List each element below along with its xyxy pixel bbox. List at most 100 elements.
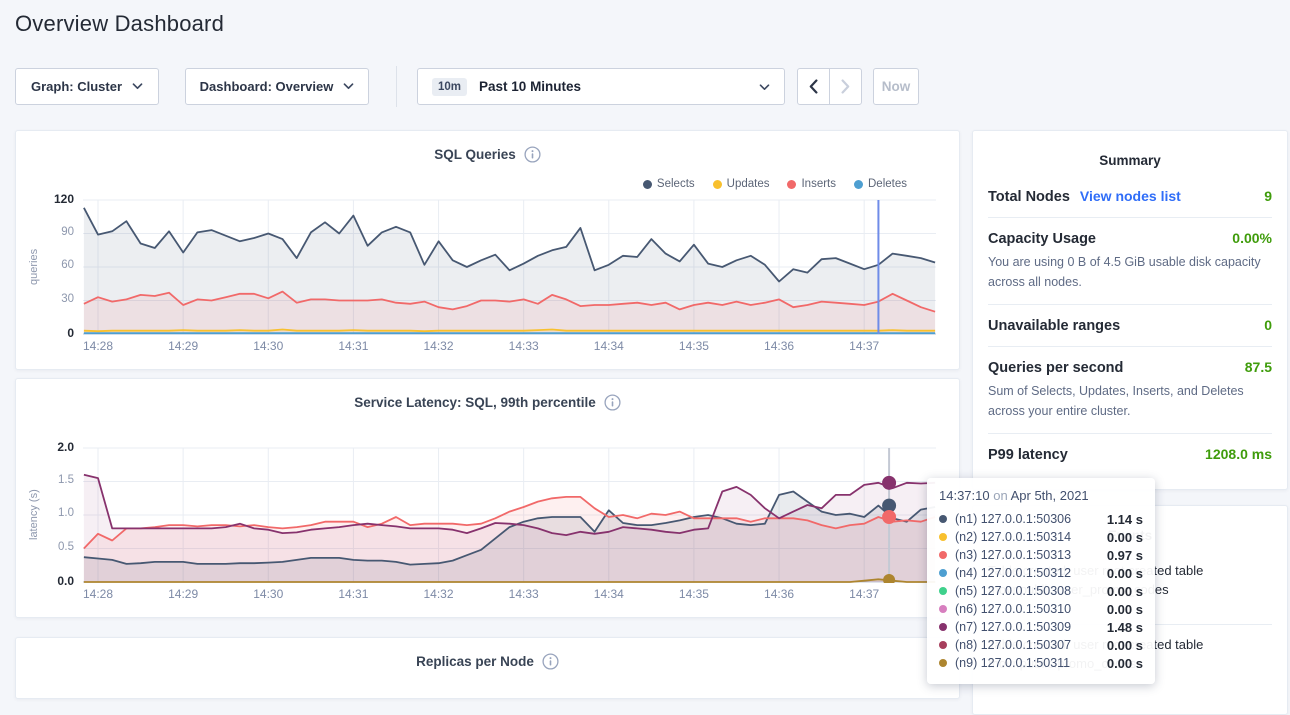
node-color-dot	[939, 623, 947, 631]
tooltip-timestamp: 14:37:10 on Apr 5th, 2021	[939, 488, 1143, 503]
legend-dot	[713, 180, 722, 189]
tooltip-date: Apr 5th, 2021	[1011, 488, 1089, 503]
node-address: (n9) 127.0.0.1:50311	[955, 656, 1070, 670]
y-tick: 1.5	[16, 474, 74, 486]
now-button[interactable]: Now	[873, 68, 919, 105]
service-latency-panel: Service Latency: SQL, 99th percentile la…	[15, 378, 960, 618]
metric-label: Total Nodes	[988, 189, 1070, 205]
service-latency-chart[interactable]	[83, 447, 936, 583]
tooltip-row: (n7) 127.0.0.1:50309 1.48 s	[939, 618, 1143, 636]
legend-dot	[643, 180, 652, 189]
legend-label: Inserts	[801, 178, 836, 190]
y-tick: 60	[16, 259, 74, 271]
legend-item-updates[interactable]: Updates	[713, 178, 770, 190]
node-color-dot	[939, 533, 947, 541]
info-icon[interactable]	[604, 394, 621, 411]
node-latency-value: 0.00 s	[1107, 566, 1143, 581]
x-tick: 14:34	[594, 339, 624, 353]
graph-dropdown[interactable]: Graph: Cluster	[15, 68, 159, 105]
tooltip-time: 14:37:10	[939, 488, 990, 503]
chart-title: SQL Queries	[434, 147, 516, 162]
time-range-badge: 10m	[432, 78, 467, 96]
time-range-dropdown[interactable]: 10m Past 10 Minutes	[417, 68, 785, 105]
summary-metric: Unavailable ranges0	[988, 304, 1272, 346]
node-address: (n4) 127.0.0.1:50312	[955, 566, 1071, 580]
time-range-label: Past 10 Minutes	[479, 79, 581, 94]
page-title: Overview Dashboard	[15, 11, 224, 37]
node-latency-value: 0.00 s	[1107, 530, 1143, 545]
summary-header: Summary	[973, 131, 1287, 176]
node-address: (n7) 127.0.0.1:50309	[955, 620, 1071, 634]
dashboard-dropdown[interactable]: Dashboard: Overview	[185, 68, 369, 105]
node-color-dot	[939, 551, 947, 559]
node-address: (n1) 127.0.0.1:50306	[955, 512, 1071, 526]
metric-value: 9	[1264, 188, 1272, 204]
metric-value: 0	[1264, 317, 1272, 333]
y-tick: 1.0	[16, 507, 74, 519]
metric-description: Sum of Selects, Updates, Inserts, and De…	[988, 381, 1272, 421]
info-icon[interactable]	[524, 146, 541, 163]
metric-description: You are using 0 B of 4.5 GiB usable disk…	[988, 252, 1272, 292]
x-tick: 14:33	[509, 339, 539, 353]
replicas-per-node-panel: Replicas per Node	[15, 637, 960, 699]
x-tick: 14:30	[253, 587, 283, 601]
node-latency-value: 1.48 s	[1107, 620, 1143, 635]
legend-item-selects[interactable]: Selects	[643, 178, 695, 190]
sql-queries-panel: SQL Queries Selects Updates Inserts Deletes…	[15, 130, 960, 370]
x-tick: 14:30	[253, 339, 283, 353]
node-latency-value: 0.00 s	[1107, 602, 1143, 617]
metric-value: 0.00%	[1232, 230, 1272, 246]
legend-item-inserts[interactable]: Inserts	[787, 178, 836, 190]
divider	[396, 66, 397, 107]
x-tick: 14:28	[83, 587, 113, 601]
x-tick: 14:34	[594, 587, 624, 601]
legend-dot	[787, 180, 796, 189]
info-icon[interactable]	[542, 653, 559, 670]
x-tick: 14:35	[679, 339, 709, 353]
metric-label: P99 latency	[988, 447, 1068, 463]
tooltip-row: (n2) 127.0.0.1:503140.00 s	[939, 528, 1143, 546]
view-nodes-list-link[interactable]: View nodes list	[1080, 188, 1181, 204]
tooltip-on: on	[993, 488, 1007, 503]
node-latency-value: 0.00 s	[1107, 656, 1143, 671]
summary-metric: Capacity Usage 0.00% You are using 0 B of …	[988, 217, 1272, 304]
node-address: (n8) 127.0.0.1:50307	[955, 638, 1071, 652]
x-tick: 14:32	[424, 587, 454, 601]
x-tick: 14:37	[849, 339, 879, 353]
chevron-left-icon	[809, 79, 818, 94]
tooltip-row: (n1) 127.0.0.1:50306 1.14 s	[939, 510, 1143, 528]
node-color-dot	[939, 569, 947, 577]
x-axis-ticks: 14:2814:2914:3014:3114:3214:3314:3414:35…	[83, 339, 936, 355]
y-tick: 0.0	[16, 574, 74, 588]
summary-panel: Summary Total Nodes View nodes list 9 Capac…	[972, 130, 1288, 490]
x-tick: 14:36	[764, 339, 794, 353]
chart-title: Replicas per Node	[416, 654, 534, 669]
chevron-down-icon	[343, 83, 354, 90]
prev-time-button[interactable]	[798, 69, 829, 104]
metric-label: Capacity Usage	[988, 231, 1096, 247]
x-tick: 14:29	[168, 339, 198, 353]
node-address: (n6) 127.0.0.1:50310	[955, 602, 1071, 616]
node-address: (n3) 127.0.0.1:50313	[955, 548, 1071, 562]
chevron-down-icon	[132, 83, 143, 90]
chart-title: Service Latency: SQL, 99th percentile	[354, 395, 596, 410]
legend-item-deletes[interactable]: Deletes	[854, 178, 907, 190]
metric-value: 87.5	[1245, 359, 1272, 375]
chevron-down-icon	[759, 79, 770, 94]
x-tick: 14:31	[338, 587, 368, 601]
next-time-button[interactable]	[829, 69, 861, 104]
summary-metric: Queries per second87.5Sum of Selects, Up…	[988, 346, 1272, 433]
summary-metric: P99 latency1208.0 ms	[988, 433, 1272, 475]
x-axis-ticks: 14:2814:2914:3014:3114:3214:3314:3414:35…	[83, 587, 936, 603]
x-tick: 14:31	[338, 339, 368, 353]
y-tick: 90	[16, 226, 74, 238]
sql-queries-chart[interactable]	[83, 199, 936, 335]
tooltip-row: (n3) 127.0.0.1:503130.97 s	[939, 546, 1143, 564]
node-latency-value: 1.14 s	[1107, 512, 1143, 527]
tooltip-row: (n5) 127.0.0.1:503080.00 s	[939, 582, 1143, 600]
node-latency-value: 0.00 s	[1107, 638, 1143, 653]
summary-metric: Total Nodes View nodes list 9	[988, 176, 1272, 217]
tooltip-row: (n8) 127.0.0.1:50307 0.00 s	[939, 636, 1143, 654]
graph-dropdown-label: Graph: Cluster	[31, 79, 122, 94]
y-tick: 0.5	[16, 541, 74, 553]
